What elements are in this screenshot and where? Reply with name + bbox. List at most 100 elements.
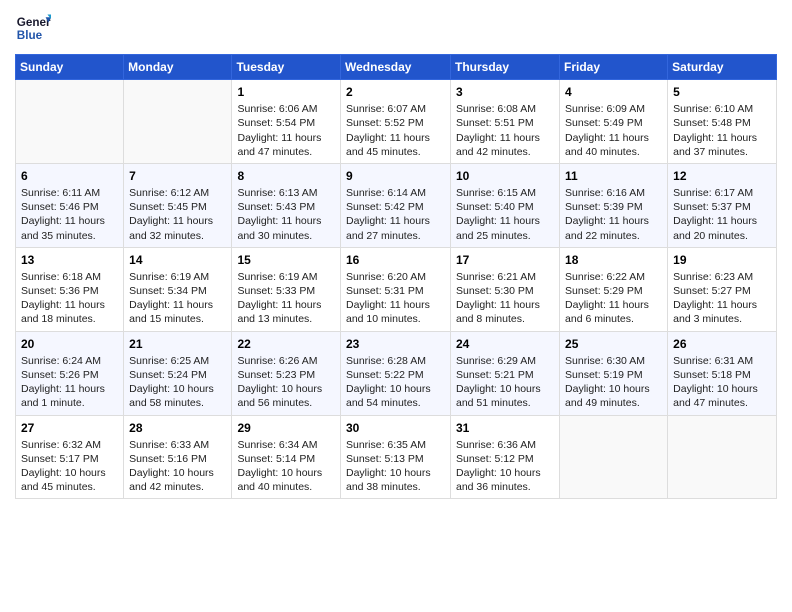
logo-icon: General Blue: [15, 10, 51, 46]
day-info: Daylight: 11 hours and 32 minutes.: [129, 214, 226, 242]
day-number: 6: [21, 168, 118, 184]
calendar-cell: 26Sunrise: 6:31 AMSunset: 5:18 PMDayligh…: [668, 331, 777, 415]
day-info: Sunset: 5:52 PM: [346, 116, 445, 130]
col-friday: Friday: [560, 55, 668, 80]
col-saturday: Saturday: [668, 55, 777, 80]
calendar-week-1: 1Sunrise: 6:06 AMSunset: 5:54 PMDaylight…: [16, 80, 777, 164]
svg-text:Blue: Blue: [17, 29, 43, 42]
calendar-cell: 17Sunrise: 6:21 AMSunset: 5:30 PMDayligh…: [451, 247, 560, 331]
calendar-cell: 24 Sunrise: 6:29 AMSunset: 5:21 PMDayligh…: [451, 331, 560, 415]
calendar-cell: 29Sunrise: 6:34 AMSunset: 5:14 PMDayligh…: [232, 415, 341, 499]
day-info: Daylight: 11 hours and 15 minutes.: [129, 298, 226, 326]
day-info: Sunrise: 6:29 AM: [456, 354, 554, 368]
calendar-week-4: 20Sunrise: 6:24 AMSunset: 5:26 PMDayligh…: [16, 331, 777, 415]
day-info: Daylight: 11 hours and 20 minutes.: [673, 214, 771, 242]
day-info: Sunset: 5:54 PM: [237, 116, 335, 130]
day-info: Sunrise: 6:26 AM: [237, 354, 335, 368]
day-info: Daylight: 11 hours and 8 minutes.: [456, 298, 554, 326]
day-number: 10: [456, 168, 554, 184]
day-info: Sunset: 5:29 PM: [565, 284, 662, 298]
day-info: Sunset: 5:37 PM: [673, 200, 771, 214]
day-info: Sunrise: 6:36 AM: [456, 438, 554, 452]
day-number: 30: [346, 420, 445, 436]
day-info: Sunset: 5:21 PM: [456, 368, 554, 382]
day-number: 26: [673, 336, 771, 352]
header: General Blue: [15, 10, 777, 46]
calendar-cell: 18Sunrise: 6:22 AMSunset: 5:29 PMDayligh…: [560, 247, 668, 331]
day-number: 15: [237, 252, 335, 268]
day-number: 25: [565, 336, 662, 352]
calendar-cell: 5Sunrise: 6:10 AMSunset: 5:48 PMDaylight…: [668, 80, 777, 164]
calendar-cell: 2Sunrise: 6:07 AMSunset: 5:52 PMDaylight…: [341, 80, 451, 164]
day-info: Sunset: 5:31 PM: [346, 284, 445, 298]
day-info: Sunset: 5:18 PM: [673, 368, 771, 382]
day-info: Daylight: 11 hours and 40 minutes.: [565, 131, 662, 159]
col-thursday: Thursday: [451, 55, 560, 80]
calendar-cell: 12Sunrise: 6:17 AMSunset: 5:37 PMDayligh…: [668, 163, 777, 247]
day-info: Sunrise: 6:23 AM: [673, 270, 771, 284]
col-sunday: Sunday: [16, 55, 124, 80]
day-number: 8: [237, 168, 335, 184]
day-info: Sunrise: 6:18 AM: [21, 270, 118, 284]
day-info: Sunrise: 6:33 AM: [129, 438, 226, 452]
calendar-week-3: 13Sunrise: 6:18 AMSunset: 5:36 PMDayligh…: [16, 247, 777, 331]
calendar-cell: 16Sunrise: 6:20 AMSunset: 5:31 PMDayligh…: [341, 247, 451, 331]
day-number: 24: [456, 336, 554, 352]
calendar-cell: [16, 80, 124, 164]
day-info: Daylight: 11 hours and 13 minutes.: [237, 298, 335, 326]
logo: General Blue: [15, 10, 57, 46]
day-info: Sunrise: 6:12 AM: [129, 186, 226, 200]
calendar-cell: 27Sunrise: 6:32 AMSunset: 5:17 PMDayligh…: [16, 415, 124, 499]
calendar-cell: 31Sunrise: 6:36 AMSunset: 5:12 PMDayligh…: [451, 415, 560, 499]
col-wednesday: Wednesday: [341, 55, 451, 80]
calendar-cell: 20Sunrise: 6:24 AMSunset: 5:26 PMDayligh…: [16, 331, 124, 415]
day-number: 21: [129, 336, 226, 352]
calendar-cell: [560, 415, 668, 499]
calendar-cell: 21Sunrise: 6:25 AMSunset: 5:24 PMDayligh…: [124, 331, 232, 415]
day-info: Sunrise: 6:17 AM: [673, 186, 771, 200]
day-number: 29: [237, 420, 335, 436]
calendar-cell: [668, 415, 777, 499]
day-info: Sunrise: 6:25 AM: [129, 354, 226, 368]
calendar-cell: 11Sunrise: 6:16 AMSunset: 5:39 PMDayligh…: [560, 163, 668, 247]
day-info: Daylight: 11 hours and 47 minutes.: [237, 131, 335, 159]
day-info: Sunrise: 6:20 AM: [346, 270, 445, 284]
day-info: Sunrise: 6:24 AM: [21, 354, 118, 368]
day-info: Daylight: 11 hours and 18 minutes.: [21, 298, 118, 326]
day-info: Sunrise: 6:08 AM: [456, 102, 554, 116]
day-info: Daylight: 10 hours and 47 minutes.: [673, 382, 771, 410]
day-info: Daylight: 11 hours and 42 minutes.: [456, 131, 554, 159]
day-info: Daylight: 11 hours and 45 minutes.: [346, 131, 445, 159]
day-number: 1: [237, 84, 335, 100]
day-info: Sunset: 5:42 PM: [346, 200, 445, 214]
day-info: Sunset: 5:39 PM: [565, 200, 662, 214]
day-info: Daylight: 10 hours and 51 minutes.: [456, 382, 554, 410]
calendar-cell: 3Sunrise: 6:08 AMSunset: 5:51 PMDaylight…: [451, 80, 560, 164]
day-info: Sunrise: 6:19 AM: [129, 270, 226, 284]
day-info: Daylight: 11 hours and 6 minutes.: [565, 298, 662, 326]
day-info: Sunset: 5:33 PM: [237, 284, 335, 298]
day-info: Sunset: 5:24 PM: [129, 368, 226, 382]
day-info: Sunrise: 6:28 AM: [346, 354, 445, 368]
day-info: Daylight: 10 hours and 42 minutes.: [129, 466, 226, 494]
page: General Blue Sunday Monday Tuesday Wedne…: [0, 0, 792, 612]
day-info: Daylight: 11 hours and 25 minutes.: [456, 214, 554, 242]
day-number: 7: [129, 168, 226, 184]
day-info: Sunset: 5:23 PM: [237, 368, 335, 382]
calendar-cell: 14Sunrise: 6:19 AMSunset: 5:34 PMDayligh…: [124, 247, 232, 331]
day-info: Daylight: 10 hours and 56 minutes.: [237, 382, 335, 410]
calendar-cell: 28Sunrise: 6:33 AMSunset: 5:16 PMDayligh…: [124, 415, 232, 499]
day-number: 5: [673, 84, 771, 100]
day-number: 14: [129, 252, 226, 268]
day-info: Sunset: 5:26 PM: [21, 368, 118, 382]
col-monday: Monday: [124, 55, 232, 80]
day-info: Sunset: 5:17 PM: [21, 452, 118, 466]
calendar-week-2: 6Sunrise: 6:11 AMSunset: 5:46 PMDaylight…: [16, 163, 777, 247]
day-info: Sunset: 5:51 PM: [456, 116, 554, 130]
day-info: Daylight: 10 hours and 45 minutes.: [21, 466, 118, 494]
day-info: Sunset: 5:22 PM: [346, 368, 445, 382]
day-info: Sunrise: 6:15 AM: [456, 186, 554, 200]
day-number: 31: [456, 420, 554, 436]
day-number: 23: [346, 336, 445, 352]
day-number: 18: [565, 252, 662, 268]
